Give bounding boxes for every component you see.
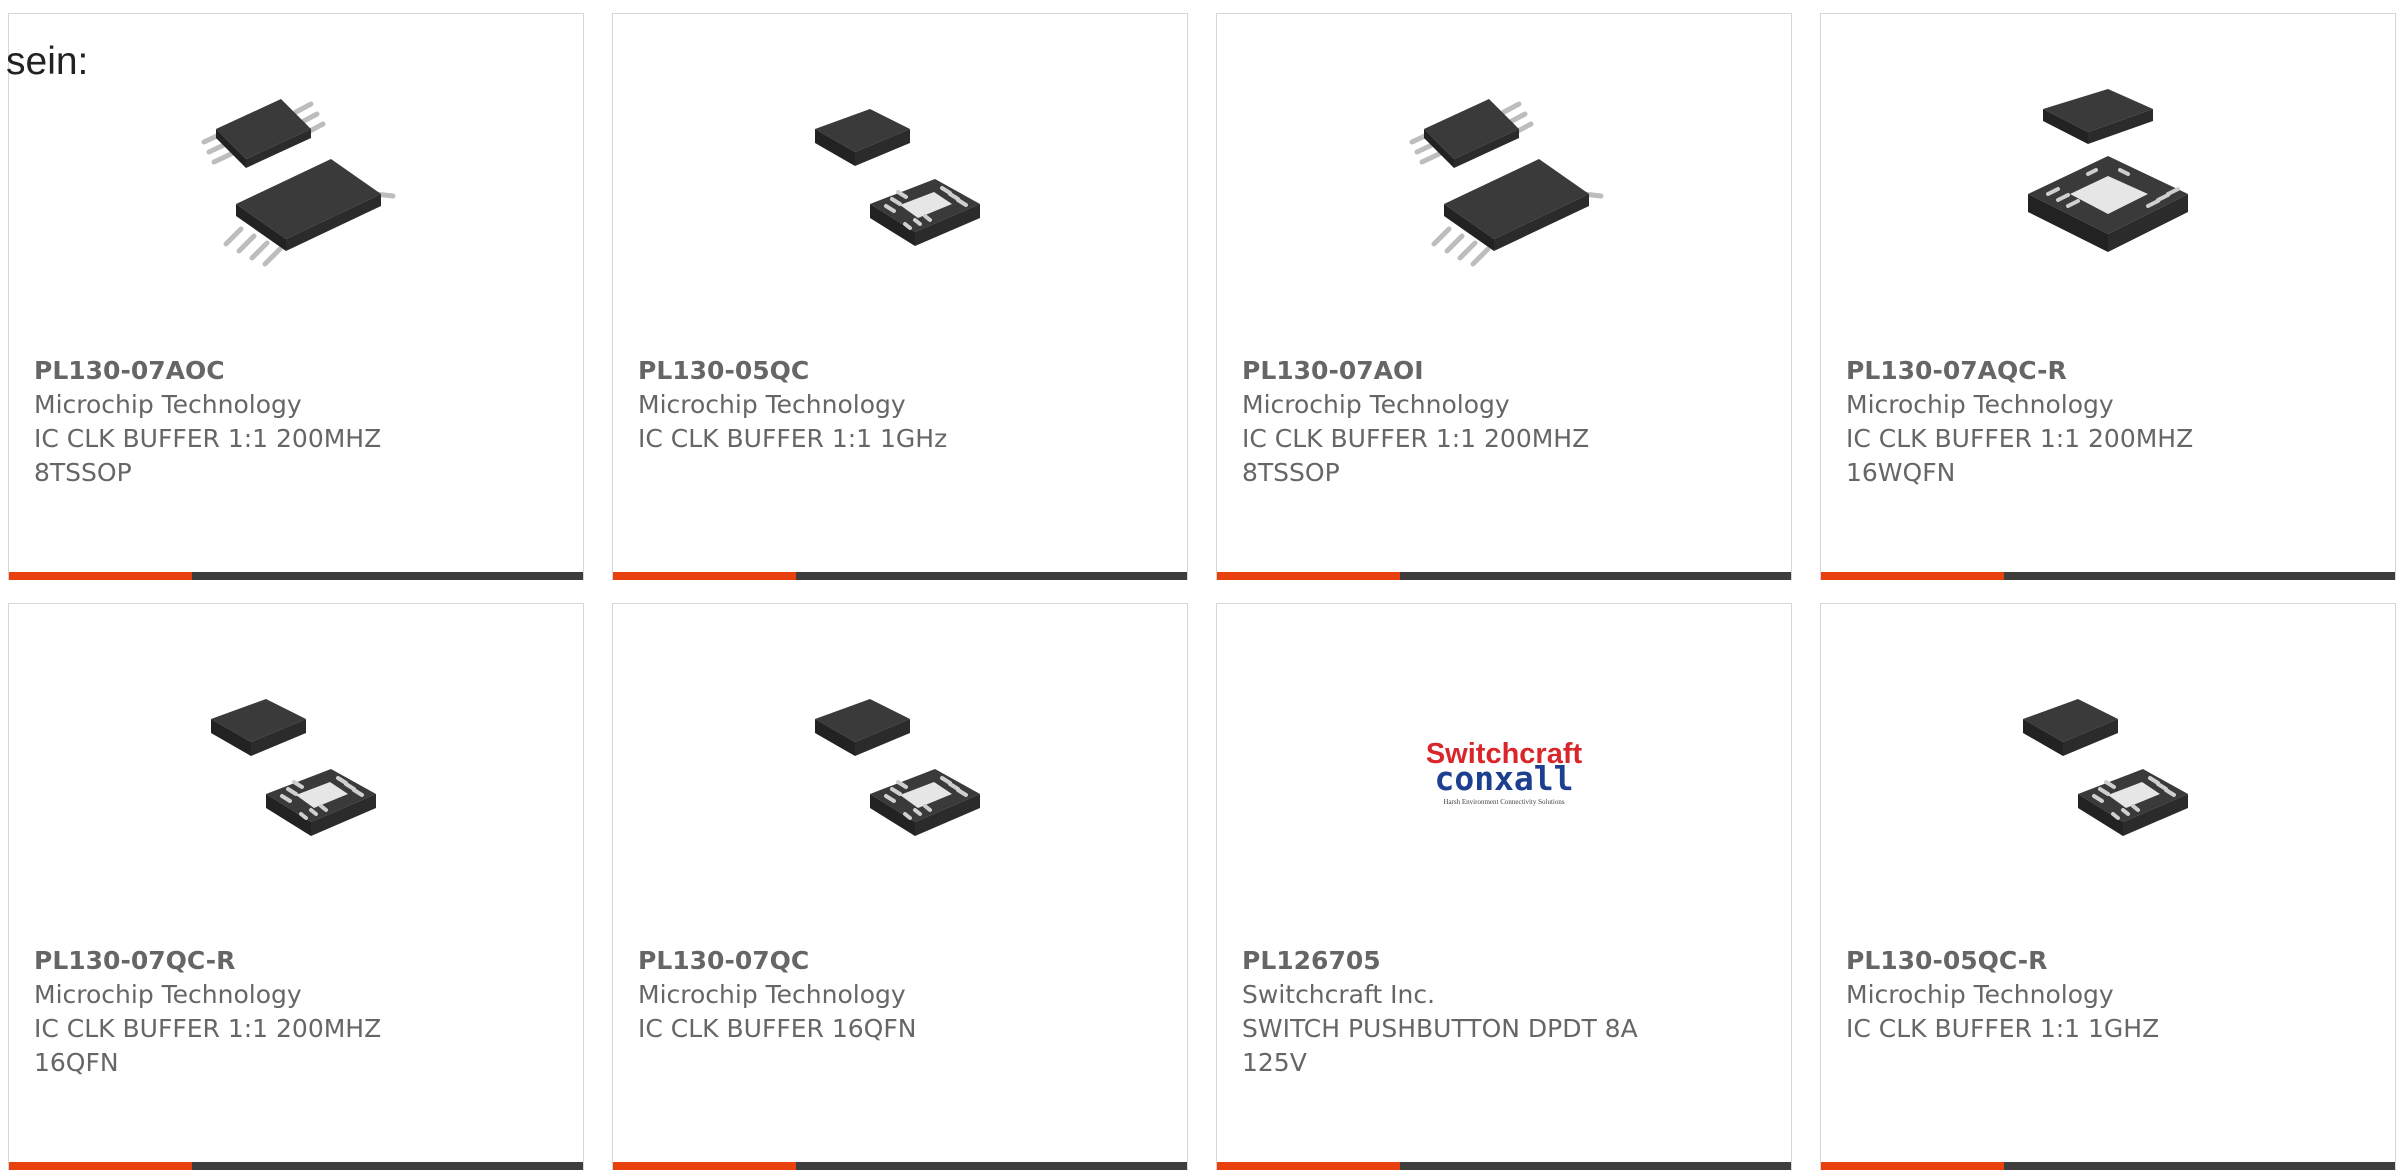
part-number[interactable]: PL130-07QC [638, 944, 1168, 978]
product-card[interactable]: PL130-07AQC-R Microchip Technology IC CL… [1820, 13, 2396, 580]
description: IC CLK BUFFER 1:1 200MHZ [1846, 424, 2194, 453]
product-image[interactable] [800, 674, 1000, 874]
description: IC CLK BUFFER 1:1 1GHZ [1846, 1014, 2160, 1043]
qfn-package-image [2023, 699, 2188, 836]
description: IC CLK BUFFER 1:1 200MHZ [34, 424, 382, 453]
product-card[interactable]: Switchcraft conxall Harsh Environment Co… [1216, 603, 1792, 1170]
manufacturer: Switchcraft Inc. [1242, 980, 1436, 1009]
card-bottom-bar [613, 572, 1187, 580]
part-number[interactable]: PL130-07AOI [1242, 354, 1772, 388]
qfn-package-image [815, 109, 980, 246]
card-bottom-bar [1821, 572, 2395, 580]
card-bottom-bar [9, 1162, 583, 1170]
product-card[interactable]: PL130-07AOC Microchip Technology IC CLK … [8, 13, 584, 580]
card-accent-bar [9, 572, 192, 580]
card-bottom-bar [613, 1162, 1187, 1170]
product-card[interactable]: PL130-05QC-R Microchip Technology IC CLK… [1820, 603, 2396, 1170]
product-image[interactable] [800, 84, 1000, 284]
card-accent-bar [613, 1162, 796, 1170]
product-card[interactable]: PL130-07QC Microchip Technology IC CLK B… [612, 603, 1188, 1170]
package-description: 8TSSOP [34, 458, 132, 487]
manufacturer: Microchip Technology [34, 980, 302, 1009]
part-number[interactable]: PL130-07AOC [34, 354, 564, 388]
product-image[interactable]: Switchcraft conxall Harsh Environment Co… [1404, 674, 1604, 874]
tssop-package-image [1409, 99, 1604, 267]
wqfn-package-image [2028, 89, 2188, 252]
description: IC CLK BUFFER 1:1 200MHZ [1242, 424, 1590, 453]
manufacturer: Microchip Technology [1242, 390, 1510, 419]
package-description: 125V [1242, 1048, 1307, 1077]
card-accent-bar [613, 572, 796, 580]
card-bottom-bar [1217, 1162, 1791, 1170]
card-accent-bar [1217, 572, 1400, 580]
product-card[interactable]: PL130-05QC Microchip Technology IC CLK B… [612, 13, 1188, 580]
intro-text: sein: [6, 40, 89, 83]
manufacturer: Microchip Technology [638, 980, 906, 1009]
part-number[interactable]: PL126705 [1242, 944, 1772, 978]
product-image[interactable] [196, 674, 396, 874]
package-description: 8TSSOP [1242, 458, 1340, 487]
card-bottom-bar [1217, 572, 1791, 580]
description: IC CLK BUFFER 16QFN [638, 1014, 917, 1043]
card-accent-bar [1821, 572, 2004, 580]
card-bottom-bar [9, 572, 583, 580]
logo-line2: conxall [1434, 759, 1573, 798]
tssop-package-image [201, 99, 396, 267]
product-image[interactable] [2008, 674, 2208, 874]
card-accent-bar [1821, 1162, 2004, 1170]
qfn-package-image [815, 699, 980, 836]
description: IC CLK BUFFER 1:1 1GHz [638, 424, 948, 453]
logo-tagline: Harsh Environment Connectivity Solutions [1443, 798, 1564, 806]
product-image[interactable] [1404, 84, 1604, 284]
description: IC CLK BUFFER 1:1 200MHZ [34, 1014, 382, 1043]
part-number[interactable]: PL130-05QC [638, 354, 1168, 388]
part-number[interactable]: PL130-05QC-R [1846, 944, 2376, 978]
manufacturer: Microchip Technology [638, 390, 906, 419]
part-number[interactable]: PL130-07AQC-R [1846, 354, 2376, 388]
manufacturer: Microchip Technology [1846, 980, 2114, 1009]
card-accent-bar [1217, 1162, 1400, 1170]
qfn-package-image [211, 699, 376, 836]
card-bottom-bar [1821, 1162, 2395, 1170]
manufacturer: Microchip Technology [34, 390, 302, 419]
switchcraft-conxall-logo: Switchcraft conxall Harsh Environment Co… [1426, 738, 1583, 806]
package-description: 16QFN [34, 1048, 119, 1077]
part-number[interactable]: PL130-07QC-R [34, 944, 564, 978]
product-image[interactable] [2008, 84, 2208, 284]
description: SWITCH PUSHBUTTON DPDT 8A [1242, 1014, 1638, 1043]
product-card[interactable]: PL130-07AOI Microchip Technology IC CLK … [1216, 13, 1792, 580]
product-card[interactable]: PL130-07QC-R Microchip Technology IC CLK… [8, 603, 584, 1170]
card-accent-bar [9, 1162, 192, 1170]
package-description: 16WQFN [1846, 458, 1956, 487]
manufacturer: Microchip Technology [1846, 390, 2114, 419]
product-image[interactable] [196, 84, 396, 284]
